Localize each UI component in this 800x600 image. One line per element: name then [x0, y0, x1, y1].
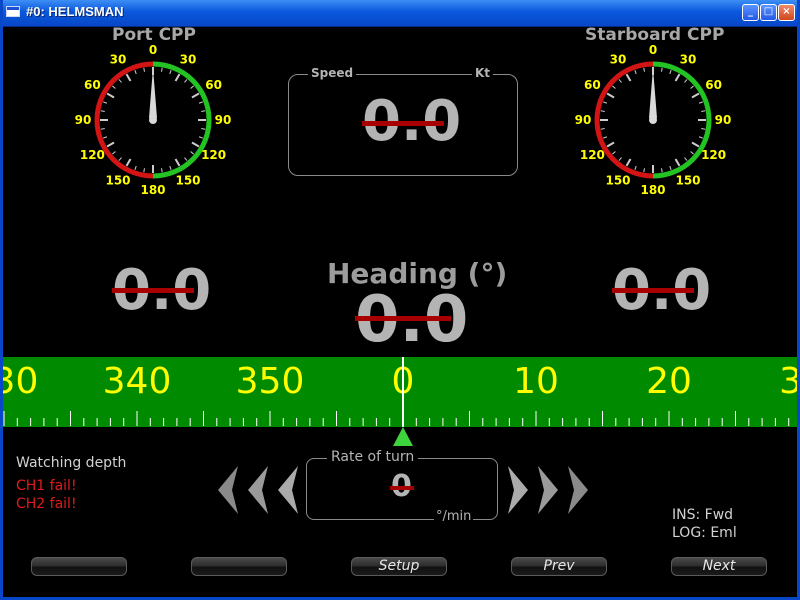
rot-left-chevron-icon-1 — [218, 466, 238, 514]
ch2-fail-status: CH2 fail! — [16, 496, 77, 512]
rot-left-chevron-icon-3 — [278, 466, 298, 514]
setup-button[interactable]: Setup — [351, 557, 447, 576]
function-button-1[interactable] — [31, 557, 127, 576]
rot-right-chevron-icon-3 — [568, 466, 588, 514]
rot-right-chevron-icon-2 — [538, 466, 558, 514]
rate-of-turn-title: Rate of turn — [327, 449, 419, 465]
function-button-2[interactable] — [191, 557, 287, 576]
watching-depth-status: Watching depth — [16, 455, 127, 471]
rot-left-chevron-icon-2 — [248, 466, 268, 514]
rot-invalid-bar — [390, 486, 414, 490]
log-status: LOG: Eml — [672, 525, 737, 541]
prev-button[interactable]: Prev — [511, 557, 607, 576]
next-button[interactable]: Next — [671, 557, 767, 576]
ch1-fail-status: CH1 fail! — [16, 478, 77, 494]
rate-of-turn-unit: °/min — [434, 509, 474, 524]
ins-status: INS: Fwd — [672, 507, 734, 523]
rot-right-chevron-icon-1 — [508, 466, 528, 514]
